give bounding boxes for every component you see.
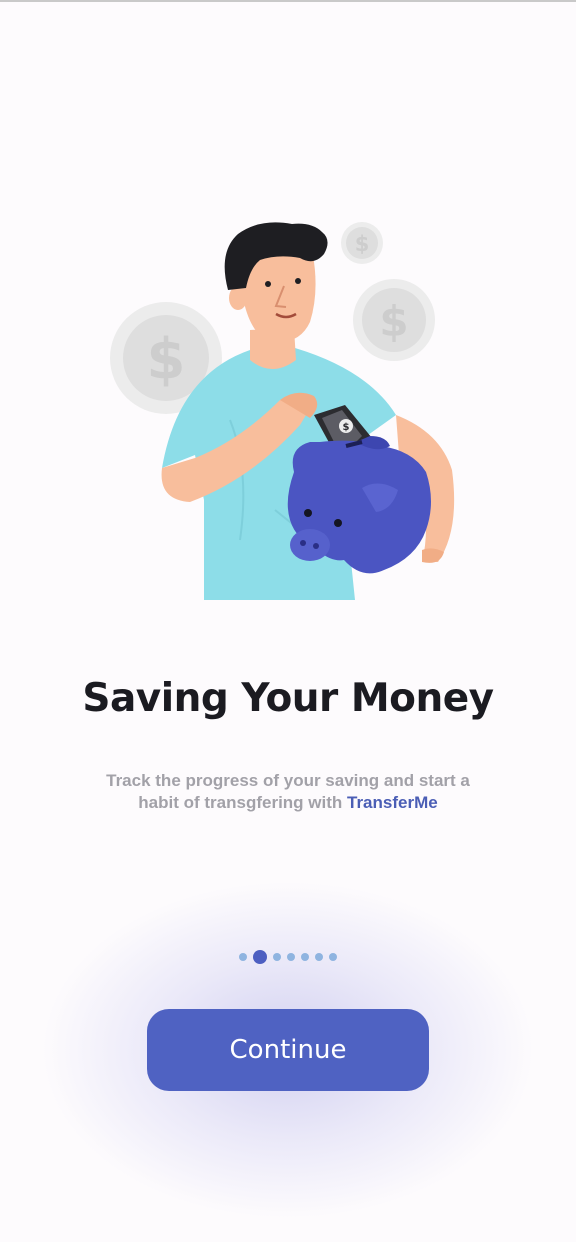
pager-dot-6[interactable] bbox=[315, 953, 323, 961]
svg-text:$: $ bbox=[343, 422, 350, 433]
pager-dot-3[interactable] bbox=[273, 953, 281, 961]
pager-dot-2-active[interactable] bbox=[253, 950, 267, 964]
pager-dot-5[interactable] bbox=[301, 953, 309, 961]
piggy-bank-icon bbox=[287, 436, 431, 574]
pager-dots bbox=[0, 950, 576, 964]
svg-text:$: $ bbox=[379, 297, 408, 346]
page-title: Saving Your Money bbox=[82, 676, 494, 721]
continue-button[interactable]: Continue bbox=[147, 1009, 429, 1091]
svg-text:$: $ bbox=[355, 232, 370, 256]
top-divider bbox=[0, 0, 576, 2]
pager-dot-1[interactable] bbox=[239, 953, 247, 961]
piggy-bank-illustration: $ $ $ $ bbox=[110, 222, 455, 600]
page-subtitle: Track the progress of your saving and st… bbox=[88, 770, 488, 814]
pager-dot-4[interactable] bbox=[287, 953, 295, 961]
coin-small-top: $ bbox=[341, 222, 383, 264]
svg-text:$: $ bbox=[147, 327, 186, 392]
brand-name: TransferMe bbox=[347, 793, 438, 812]
coin-medium-right: $ bbox=[353, 279, 435, 361]
pager-dot-7[interactable] bbox=[329, 953, 337, 961]
